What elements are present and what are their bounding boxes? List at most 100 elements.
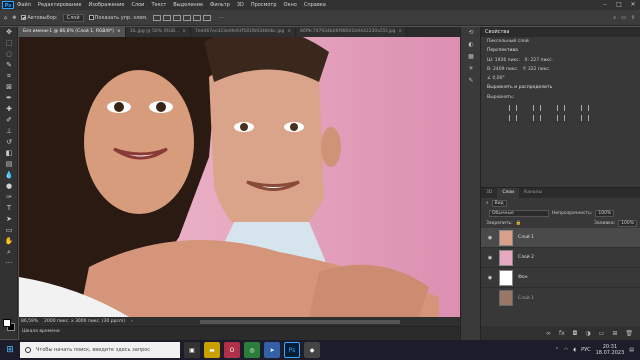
rectangle-icon[interactable]: ▭	[0, 225, 18, 236]
marquee-icon[interactable]: ⬚	[0, 38, 18, 49]
taskbar-search[interactable]: Чтобы начать поиск, введите здесь запрос	[20, 342, 180, 358]
height-value[interactable]: 2409 пикс.	[493, 67, 518, 72]
new-group-icon[interactable]: ▭	[599, 330, 605, 337]
photoshop-taskbar-icon[interactable]: Ps	[284, 342, 300, 358]
layer-row[interactable]: ◉ Слой 1	[481, 228, 640, 248]
align-top-icon[interactable]	[581, 105, 589, 111]
layer-row[interactable]: ◉ Фон	[481, 268, 640, 288]
layer-name[interactable]: Фон	[518, 275, 528, 280]
share-icon[interactable]: ⇪	[631, 15, 635, 21]
tab-3d[interactable]: 3D	[481, 188, 497, 198]
minimize-icon[interactable]: –	[598, 0, 612, 10]
menu-edit[interactable]: Редактирование	[38, 2, 82, 8]
chrome-icon[interactable]: ◎	[244, 342, 260, 358]
tab-channels[interactable]: Каналы	[519, 188, 547, 198]
telegram-icon[interactable]: ➤	[264, 342, 280, 358]
maximize-icon[interactable]: □	[612, 0, 626, 10]
clock[interactable]: 20:31 18.07.2023	[596, 344, 625, 356]
width-value[interactable]: 1926 пикс.	[495, 58, 520, 63]
close-tab-icon[interactable]: ×	[117, 29, 121, 34]
autoselect-dropdown[interactable]: Слой	[62, 13, 84, 22]
align-center-icon[interactable]	[162, 14, 171, 21]
history-brush-icon[interactable]: ↺	[0, 137, 18, 148]
close-tab-icon[interactable]: ×	[182, 29, 186, 34]
lock-icon[interactable]: 🔒	[516, 221, 522, 226]
visibility-eye-icon[interactable]: ◉	[486, 235, 494, 241]
document-canvas[interactable]	[19, 37, 460, 317]
align-left-icon[interactable]	[509, 105, 517, 111]
visibility-eye-icon[interactable]: ◉	[486, 255, 494, 261]
transform-controls-checkbox[interactable]	[88, 14, 94, 20]
opacity-input[interactable]: 100%	[595, 209, 615, 217]
type-icon[interactable]: T	[0, 203, 18, 214]
menu-help[interactable]: Справка	[304, 2, 326, 8]
align-bottom-icon[interactable]	[202, 14, 211, 21]
angle-value[interactable]: 0,00°	[492, 76, 504, 81]
volume-icon[interactable]: ◖	[573, 347, 576, 353]
dodge-icon[interactable]: ●	[0, 181, 18, 192]
new-layer-icon[interactable]: ⊞	[612, 330, 617, 337]
mask-icon[interactable]: ◘	[573, 330, 578, 337]
close-tab-icon[interactable]: ×	[398, 29, 402, 34]
menu-type[interactable]: Текст	[151, 2, 166, 8]
menu-select[interactable]: Выделение	[173, 2, 203, 8]
gradient-icon[interactable]: ▤	[0, 159, 18, 170]
transform-section-title[interactable]: Перспектива	[481, 46, 640, 56]
foreground-color-swatch[interactable]	[3, 319, 11, 327]
distribute-v-icon[interactable]	[581, 115, 589, 121]
menu-window[interactable]: Окно	[284, 2, 297, 8]
search-icon[interactable]: ⌕	[613, 15, 616, 21]
new-fill-icon[interactable]: ◑	[585, 330, 590, 337]
menu-view[interactable]: Просмотр	[251, 2, 277, 8]
pen-icon[interactable]: ✑	[0, 192, 18, 203]
align-top-icon[interactable]	[182, 14, 191, 21]
tray-chevron-icon[interactable]: ⌃	[555, 347, 559, 353]
align-middle-icon[interactable]	[192, 14, 201, 21]
menu-filter[interactable]: Фильтр	[210, 2, 230, 8]
layer-kind-filter[interactable]: Вид	[491, 199, 507, 207]
status-arrow-icon[interactable]: ›	[131, 319, 133, 324]
y-value[interactable]: 322 пикс.	[528, 67, 551, 72]
visibility-eye-icon[interactable]: ◉	[486, 275, 494, 281]
eraser-icon[interactable]: ◧	[0, 148, 18, 159]
menu-3d[interactable]: 3D	[237, 2, 244, 8]
healing-brush-icon[interactable]: ✚	[0, 104, 18, 115]
notifications-icon[interactable]: ▤	[629, 347, 634, 353]
document-tab[interactable]: Без имени-1 @ 86,6% (Слой 1, RGB/8*) ×	[19, 27, 126, 37]
fill-input[interactable]: 100%	[618, 219, 637, 227]
adjustments-icon[interactable]: ☀	[461, 63, 481, 75]
brush-icon[interactable]: ✐	[0, 115, 18, 126]
stamp-icon[interactable]: ⊥	[0, 126, 18, 137]
document-tab[interactable]: 7ed467ecd23e0fe93f581fb9348dbc.jpg ×	[191, 27, 297, 37]
link-icon[interactable]: ∞	[546, 330, 551, 337]
move-tool-icon[interactable]: ✥	[12, 15, 16, 21]
quick-select-icon[interactable]: ✎	[0, 60, 18, 71]
align-hcenter-icon[interactable]	[533, 105, 541, 111]
align-right-icon[interactable]	[172, 14, 181, 21]
explorer-icon[interactable]: ▬	[204, 342, 220, 358]
more-options-icon[interactable]: ···	[219, 15, 224, 21]
menu-file[interactable]: Файл	[17, 2, 31, 8]
lasso-icon[interactable]: ◌	[0, 49, 18, 60]
blur-icon[interactable]: 💧	[0, 170, 18, 181]
more-tools-icon[interactable]: ···	[0, 258, 18, 269]
align-section-title[interactable]: Выровнять и распределить	[481, 83, 640, 93]
color-icon[interactable]: ◐	[461, 39, 481, 51]
menu-image[interactable]: Изображение	[88, 2, 124, 8]
blend-mode-select[interactable]: Обычные	[489, 209, 549, 217]
home-icon[interactable]: ⌂	[4, 15, 7, 21]
distribute-h-icon[interactable]	[557, 115, 565, 121]
horizontal-scrollbar[interactable]	[200, 319, 400, 324]
app-icon[interactable]: ◆	[304, 342, 320, 358]
zoom-icon[interactable]: ⌕	[0, 247, 18, 258]
language-indicator[interactable]: РУС	[581, 347, 591, 353]
layer-name[interactable]: Слой 1	[518, 235, 534, 240]
opera-icon[interactable]: O	[224, 342, 240, 358]
layer-row[interactable]: ◉ Слой 2	[481, 248, 640, 268]
network-icon[interactable]: ◠	[564, 347, 568, 353]
fx-icon[interactable]: fx	[559, 330, 565, 337]
layer-name[interactable]: Слой 2	[518, 255, 534, 260]
menu-layers[interactable]: Слои	[131, 2, 144, 8]
tab-layers[interactable]: Слои	[497, 188, 520, 198]
timeline-label[interactable]: Шкала времени	[22, 329, 60, 334]
